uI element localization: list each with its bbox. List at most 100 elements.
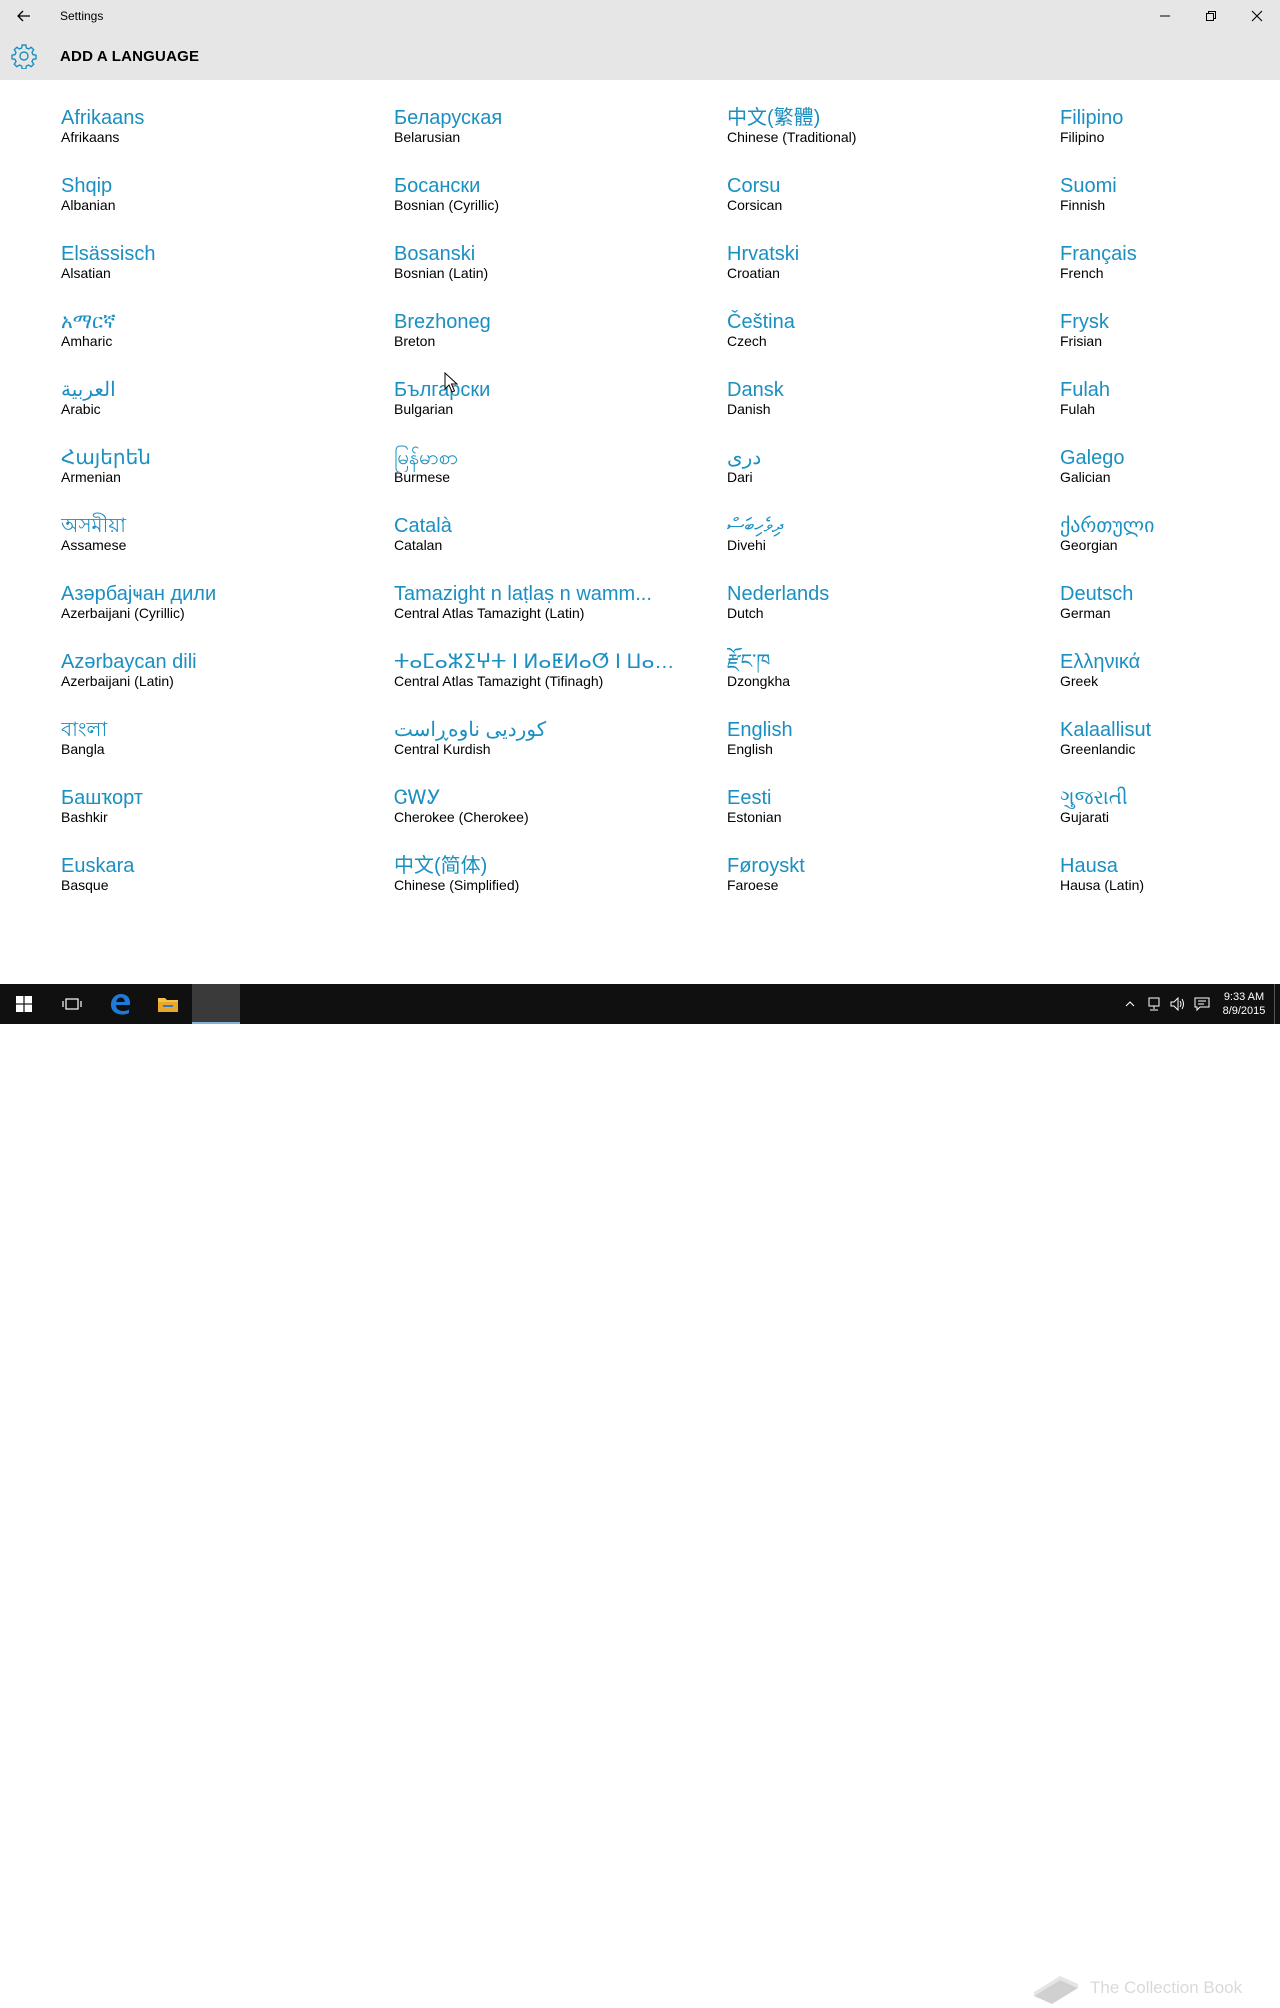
language-item[interactable]: Dansk Danish xyxy=(727,376,1060,444)
book-logo-icon xyxy=(1034,1976,1078,2004)
language-english-name: Belarusian xyxy=(394,129,461,145)
language-item[interactable]: Азәрбајҹан дили Azerbaijani (Cyrillic) xyxy=(61,580,394,648)
language-list-area: Afrikaans Afrikaans Shqip Albanian Elsässisc… xyxy=(0,80,1280,984)
language-item[interactable]: አማርኛ Amharic xyxy=(61,308,394,376)
language-english-name: Azerbaijani (Latin) xyxy=(61,673,174,689)
language-item[interactable]: درى Dari xyxy=(727,444,1060,512)
language-item[interactable]: Deutsch German xyxy=(1060,580,1280,648)
language-english-name: Bosnian (Cyrillic) xyxy=(394,197,500,213)
language-item[interactable]: Беларуская Belarusian xyxy=(394,104,727,172)
windows-logo-icon xyxy=(16,996,32,1012)
language-item[interactable]: Euskara Basque xyxy=(61,852,394,920)
language-english-name: Armenian xyxy=(61,469,121,485)
language-grid: Afrikaans Afrikaans Shqip Albanian Elsässisc… xyxy=(61,104,1280,920)
language-english-name: Assamese xyxy=(61,537,127,553)
language-english-name: Amharic xyxy=(61,333,113,349)
language-item[interactable]: Afrikaans Afrikaans xyxy=(61,104,394,172)
language-item[interactable]: Shqip Albanian xyxy=(61,172,394,240)
language-english-name: Bosnian (Latin) xyxy=(394,265,489,281)
restore-button[interactable] xyxy=(1188,0,1234,32)
language-english-name: Bangla xyxy=(61,741,105,757)
language-item[interactable]: Føroyskt Faroese xyxy=(727,852,1060,920)
language-english-name: Faroese xyxy=(727,877,779,893)
show-desktop-button[interactable] xyxy=(1274,984,1280,1024)
settings-gear xyxy=(0,32,48,80)
language-item[interactable]: རྫོང་ཁ Dzongkha xyxy=(727,648,1060,716)
language-item[interactable]: Nederlands Dutch xyxy=(727,580,1060,648)
language-item[interactable]: Tamazight n laṭlaṣ n wamm... Central Atla… xyxy=(394,580,727,648)
language-item[interactable]: Français French xyxy=(1060,240,1280,308)
language-item[interactable]: ދިވެހިބަސް Divehi xyxy=(727,512,1060,580)
language-english-name: Finnish xyxy=(1060,197,1106,213)
language-english-name: German xyxy=(1060,605,1111,621)
language-item[interactable]: ⵜⴰⵎⴰⵣⵉⵖⵜ ⵏ ⵍⴰⵟⵍⴰⵚ ⵏ ⵡⴰⵎⵎⴰⵙ Central Atlas … xyxy=(394,648,727,716)
language-english-name: Central Atlas Tamazight (Latin) xyxy=(394,605,585,621)
clock[interactable]: 9:33 AM 8/9/2015 xyxy=(1214,990,1274,1018)
back-button[interactable] xyxy=(0,0,48,32)
language-item[interactable]: Eesti Estonian xyxy=(727,784,1060,852)
language-item[interactable]: Suomi Finnish xyxy=(1060,172,1280,240)
language-item[interactable]: Corsu Corsican xyxy=(727,172,1060,240)
start-button[interactable] xyxy=(0,984,48,1024)
language-item[interactable]: বাংলা Bangla xyxy=(61,716,394,784)
language-item[interactable]: Bosanski Bosnian (Latin) xyxy=(394,240,727,308)
language-item[interactable]: Հայերեն Armenian xyxy=(61,444,394,512)
language-item[interactable]: Башҡорт Bashkir xyxy=(61,784,394,852)
language-item[interactable]: Hausa Hausa (Latin) xyxy=(1060,852,1280,920)
edge-browser-button[interactable] xyxy=(96,984,144,1024)
taskbar: The Collection Book 9:33 AM 8/9/2015 xyxy=(0,984,1280,2004)
settings-taskbar-button[interactable] xyxy=(192,984,240,1024)
language-english-name: Greenlandic xyxy=(1060,741,1136,757)
language-item[interactable]: Filipino Filipino xyxy=(1060,104,1280,172)
minimize-button[interactable] xyxy=(1142,0,1188,32)
title-bar: Settings xyxy=(0,0,1280,32)
language-item[interactable]: Català Catalan xyxy=(394,512,727,580)
language-english-name: Corsican xyxy=(727,197,783,213)
file-explorer-button[interactable] xyxy=(144,984,192,1024)
language-english-name: Central Kurdish xyxy=(394,741,491,757)
language-item[interactable]: Hrvatski Croatian xyxy=(727,240,1060,308)
network-button[interactable] xyxy=(1142,984,1166,1024)
task-view-button[interactable] xyxy=(48,984,96,1024)
language-item[interactable]: Босански Bosnian (Cyrillic) xyxy=(394,172,727,240)
language-item[interactable]: ქართული Georgian xyxy=(1060,512,1280,580)
clock-time: 9:33 AM xyxy=(1223,991,1265,1003)
language-item[interactable]: English English xyxy=(727,716,1060,784)
language-item[interactable]: Elsässisch Alsatian xyxy=(61,240,394,308)
language-english-name: Dari xyxy=(727,469,753,485)
language-english-name: Estonian xyxy=(727,809,782,825)
language-english-name: Galician xyxy=(1060,469,1111,485)
language-item[interactable]: ગુજરાતી Gujarati xyxy=(1060,784,1280,852)
window-controls xyxy=(1142,0,1280,32)
language-english-name: Cherokee (Cherokee) xyxy=(394,809,529,825)
language-item[interactable]: ᏣᎳᎩ Cherokee (Cherokee) xyxy=(394,784,727,852)
language-item[interactable]: Galego Galician xyxy=(1060,444,1280,512)
language-english-name: Chinese (Simplified) xyxy=(394,877,520,893)
language-item[interactable]: Čeština Czech xyxy=(727,308,1060,376)
language-english-name: Azerbaijani (Cyrillic) xyxy=(61,605,185,621)
language-item[interactable]: 中文(繁體) Chinese (Traditional) xyxy=(727,104,1060,172)
chevron-up-icon xyxy=(1125,1001,1135,1007)
watermark: The Collection Book xyxy=(1030,1968,1242,2008)
task-view-icon xyxy=(62,998,82,1010)
language-item[interactable]: မြန်မာစာ Burmese xyxy=(394,444,727,512)
volume-button[interactable] xyxy=(1166,984,1190,1024)
language-item[interactable]: অসমীয়া Assamese xyxy=(61,512,394,580)
language-item[interactable]: العربية Arabic xyxy=(61,376,394,444)
folder-icon xyxy=(158,998,178,1012)
show-hidden-icons-button[interactable] xyxy=(1118,984,1142,1024)
action-center-button[interactable] xyxy=(1190,984,1214,1024)
language-item[interactable]: Ελληνικά Greek xyxy=(1060,648,1280,716)
close-button[interactable] xyxy=(1234,0,1280,32)
language-item[interactable]: کوردیی ناوەڕاست Central Kurdish xyxy=(394,716,727,784)
language-item[interactable]: Brezhoneg Breton xyxy=(394,308,727,376)
language-item[interactable]: Frysk Frisian xyxy=(1060,308,1280,376)
language-english-name: Hausa (Latin) xyxy=(1060,877,1145,893)
gear-icon xyxy=(11,44,37,69)
language-item[interactable]: 中文(简体) Chinese (Simplified) xyxy=(394,852,727,920)
language-english-name: French xyxy=(1060,265,1104,281)
language-item[interactable]: Azərbaycan dili Azerbaijani (Latin) xyxy=(61,648,394,716)
minimize-icon xyxy=(1160,15,1170,17)
language-item[interactable]: Fulah Fulah xyxy=(1060,376,1280,444)
language-item[interactable]: Kalaallisut Greenlandic xyxy=(1060,716,1280,784)
